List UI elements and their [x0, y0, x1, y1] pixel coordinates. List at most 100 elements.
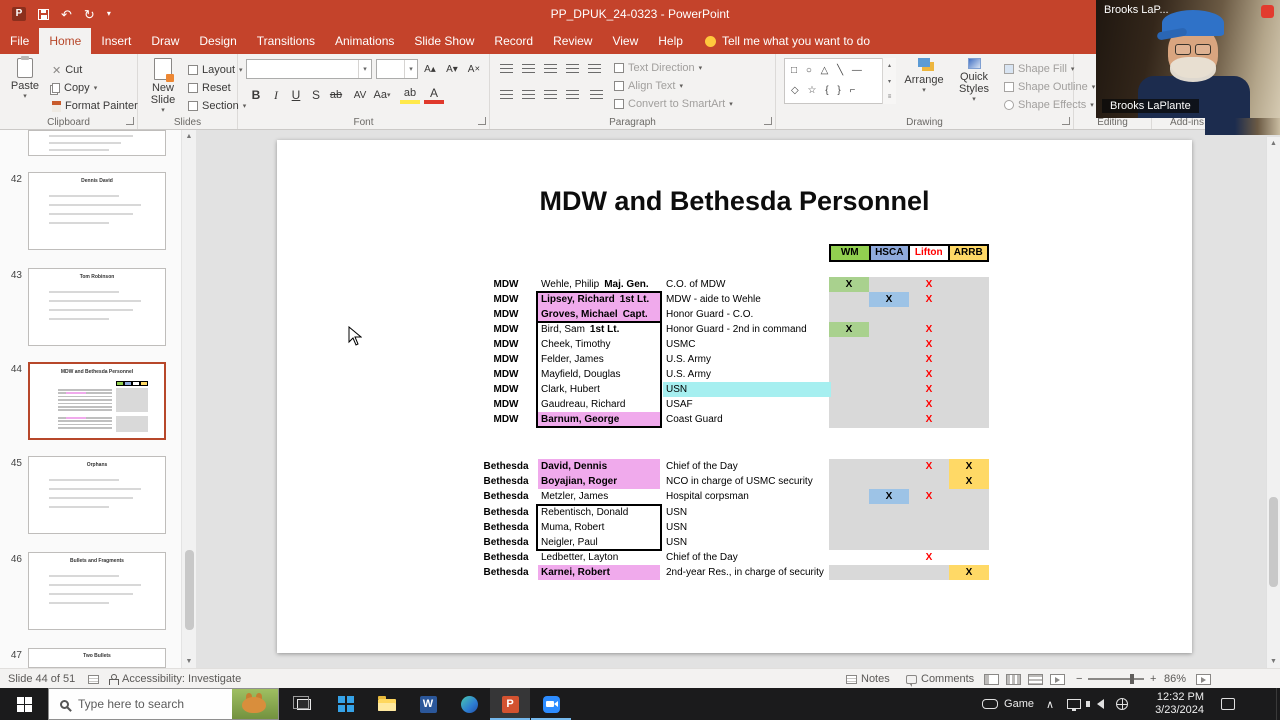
arrange-button[interactable]: Arrange ▾ [902, 58, 946, 94]
clipboard-dialog-launcher[interactable] [126, 117, 134, 125]
paragraph-dialog-launcher[interactable] [764, 117, 772, 125]
comments-button[interactable]: Comments [906, 669, 974, 689]
slide-thumbnail-45[interactable]: Orphans [28, 456, 166, 534]
character-spacing-button[interactable]: AV [350, 86, 370, 104]
view-slide-sorter-button[interactable] [1006, 669, 1021, 689]
volume-tray-icon[interactable] [1085, 688, 1110, 720]
clock-tray[interactable]: 12:32 PM 3/23/2024 [1136, 688, 1208, 720]
reset-button[interactable]: Reset [188, 80, 231, 96]
bold-button[interactable]: B [246, 86, 266, 104]
clear-formatting-button[interactable]: A ✕ [464, 60, 484, 78]
zoom-percentage[interactable]: 86% [1164, 669, 1186, 689]
taskbar-app-word[interactable]: W [408, 688, 448, 720]
italic-button[interactable]: I [266, 86, 286, 104]
search-highlight-image[interactable] [232, 689, 278, 719]
scroll-down-icon[interactable]: ▼ [1267, 658, 1280, 665]
ribbon-tab-design[interactable]: Design [189, 28, 246, 54]
save-button[interactable] [38, 8, 49, 20]
font-name-select[interactable]: ▾ [246, 59, 372, 79]
zoom-out-button[interactable]: − [1076, 669, 1082, 689]
network-tray-icon[interactable] [1110, 688, 1134, 720]
taskbar-app-powerpoint[interactable]: P [490, 688, 530, 720]
scroll-up-icon[interactable]: ▲ [182, 133, 196, 140]
ribbon-tab-record[interactable]: Record [484, 28, 543, 54]
align-right-button[interactable] [540, 86, 560, 104]
game-bar-widget[interactable]: Game [976, 688, 1040, 720]
ribbon-tab-help[interactable]: Help [648, 28, 693, 54]
taskbar-search[interactable]: Type here to search [48, 688, 279, 720]
show-desktop-strip[interactable] [1276, 688, 1280, 720]
taskbar-app-file-explorer[interactable] [367, 688, 407, 720]
action-center-button[interactable] [1210, 688, 1246, 720]
display-tray-icon[interactable] [1062, 688, 1086, 720]
layout-button[interactable]: Layout ▾ [188, 62, 243, 78]
customize-quick-access-button[interactable]: ▾ [107, 10, 111, 18]
hidden-icons-chevron[interactable]: ∧ [1040, 688, 1060, 720]
ribbon-tab-review[interactable]: Review [543, 28, 602, 54]
font-size-select[interactable]: ▾ [376, 59, 418, 79]
font-color-button[interactable]: A [424, 86, 444, 104]
cut-button[interactable]: ✕ Cut [52, 62, 82, 78]
bullets-button[interactable] [496, 60, 516, 78]
slide-thumbnail-47[interactable]: Two Bullets [28, 648, 166, 668]
shapes-gallery-scrollbar[interactable]: ▴ ▾ ≡ [882, 58, 896, 104]
zoom-slider[interactable] [1088, 669, 1144, 689]
slide-thumbnail-46[interactable]: Bullets and Fragments [28, 552, 166, 630]
slide-scrollbar[interactable]: ▲ ▼ [1266, 137, 1280, 668]
font-dialog-launcher[interactable] [478, 117, 486, 125]
ribbon-tab-animations[interactable]: Animations [325, 28, 404, 54]
ribbon-tab-draw[interactable]: Draw [141, 28, 189, 54]
highlight-color-button[interactable]: ab [400, 86, 420, 104]
scroll-up-icon[interactable]: ▲ [1267, 140, 1280, 147]
zoom-in-button[interactable]: + [1150, 669, 1156, 689]
slide-canvas[interactable]: MDW and Bethesda Personnel WM HSCA Lifton A… [277, 140, 1192, 653]
scrollbar-thumb[interactable] [185, 550, 194, 630]
spellcheck-icon[interactable] [88, 669, 99, 689]
notes-button[interactable]: Notes [846, 669, 890, 689]
taskbar-app-edge[interactable] [449, 688, 489, 720]
increase-indent-button[interactable] [562, 60, 582, 78]
format-painter-button[interactable]: Format Painter [52, 98, 138, 114]
change-case-button[interactable]: Aa ▾ [372, 86, 392, 104]
webcam-overlay[interactable]: Brooks LaP... Brooks LaPlante [1096, 0, 1280, 118]
view-reading-button[interactable] [1028, 669, 1043, 689]
convert-to-smartart-button[interactable]: Convert to SmartArt ▾ [614, 96, 733, 112]
ribbon-tab-slide-show[interactable]: Slide Show [404, 28, 484, 54]
tell-me-box[interactable]: Tell me what you want to do [693, 28, 882, 54]
align-left-button[interactable] [496, 86, 516, 104]
slide-thumbnail-42[interactable]: Dennis David [28, 172, 166, 250]
thumbnail-scrollbar[interactable]: ▲ ▼ [181, 130, 196, 668]
new-slide-button[interactable]: New Slide ▾ [140, 58, 186, 114]
scroll-down-icon[interactable]: ▼ [182, 658, 196, 665]
accessibility-status[interactable]: Accessibility: Investigate [108, 669, 241, 689]
copy-button[interactable]: Copy ▾ [52, 80, 97, 96]
view-slideshow-button[interactable] [1050, 669, 1065, 689]
ribbon-tab-home[interactable]: Home [39, 28, 92, 54]
quick-styles-button[interactable]: Quick Styles ▾ [948, 58, 1000, 103]
strikethrough-button[interactable]: ab [326, 86, 346, 104]
record-indicator[interactable] [1261, 5, 1274, 18]
slide-thumbnail-44[interactable]: MDW and Bethesda Personnel [28, 362, 166, 440]
shapes-gallery[interactable]: □ ○ △ ╲ — ◇ ☆ { } ⌐ [784, 58, 896, 104]
columns-button[interactable] [586, 86, 606, 104]
paste-button[interactable]: Paste ▾ [4, 56, 46, 100]
numbering-button[interactable] [518, 60, 538, 78]
line-spacing-button[interactable] [584, 60, 604, 78]
ribbon-tab-file[interactable]: File [0, 28, 39, 54]
decrease-indent-button[interactable] [540, 60, 560, 78]
slide-thumbnail-43[interactable]: Tom Robinson [28, 268, 166, 346]
view-normal-button[interactable] [984, 669, 999, 689]
taskbar-app-store[interactable] [326, 688, 366, 720]
undo-button[interactable]: ↶ [61, 8, 72, 21]
slide-thumbnail[interactable] [28, 130, 166, 156]
text-direction-button[interactable]: Text Direction ▾ [614, 60, 702, 76]
zoom-slider-thumb[interactable] [1130, 674, 1134, 684]
taskbar-app-zoom[interactable] [531, 688, 571, 720]
align-center-button[interactable] [518, 86, 538, 104]
justify-button[interactable] [562, 86, 582, 104]
shape-fill-button[interactable]: Shape Fill ▾ [1004, 61, 1074, 77]
underline-button[interactable]: U [286, 86, 306, 104]
task-view-button[interactable] [284, 688, 324, 720]
increase-font-size-button[interactable]: A▴ [420, 60, 440, 78]
text-shadow-button[interactable]: S [306, 86, 326, 104]
